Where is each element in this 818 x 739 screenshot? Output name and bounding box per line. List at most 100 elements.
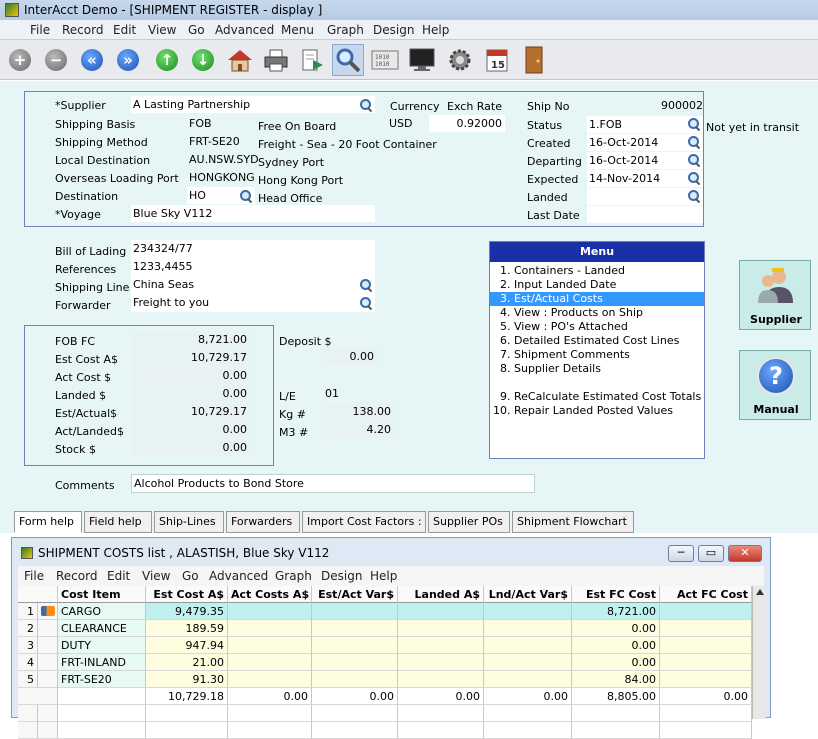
column-header[interactable]: Cost Item [58, 586, 146, 603]
tab-shipment-flowchart[interactable]: Shipment Flowchart [512, 511, 634, 533]
shipping-basis-code[interactable]: FOB [189, 115, 212, 132]
menu-option-repair-landed[interactable]: 10. Repair Landed Posted Values [490, 404, 704, 418]
local-destination-code[interactable]: AU.NSW.SYD [189, 151, 259, 168]
est-fc-cost-cell[interactable]: 0.00 [572, 654, 660, 671]
scroll-up-arrow-icon[interactable] [756, 589, 764, 595]
menu-option-recalculate-totals[interactable]: 9. ReCalculate Estimated Cost Totals [490, 390, 704, 404]
column-header[interactable]: Act FC Cost [660, 586, 752, 603]
empty-cost-cell[interactable] [312, 637, 398, 654]
binary-icon[interactable]: 1010 1010 [369, 44, 401, 76]
empty-cost-cell[interactable] [228, 637, 312, 654]
shipping-line-lookup-icon[interactable] [359, 278, 373, 292]
status-field[interactable]: 1.FOB [587, 116, 703, 133]
menu-option-estimated-cost-lines[interactable]: 6. Detailed Estimated Cost Lines [490, 334, 704, 348]
est-fc-cost-cell[interactable]: 8,721.00 [572, 603, 660, 620]
comments-field[interactable]: Alcohol Products to Bond Store [131, 474, 535, 493]
menu-edit[interactable]: Edit [107, 569, 130, 583]
supplier-lookup-icon[interactable] [359, 98, 373, 112]
empty-cost-cell[interactable] [398, 654, 484, 671]
act-fc-cost-cell[interactable] [660, 654, 752, 671]
exit-door-icon[interactable] [518, 44, 550, 76]
created-field[interactable]: 16-Oct-2014 [587, 134, 703, 151]
cost-item-cell[interactable]: DUTY [58, 637, 146, 654]
empty-cost-cell[interactable] [228, 603, 312, 620]
menu-option-est-actual-costs[interactable]: 3. Est/Actual Costs [490, 292, 704, 306]
empty-cost-cell[interactable] [312, 654, 398, 671]
supplier-field[interactable]: A Lasting Partnership [131, 96, 375, 113]
empty-cost-cell[interactable] [398, 671, 484, 688]
last-date-field[interactable] [587, 206, 703, 223]
remove-icon[interactable]: − [40, 44, 72, 76]
menu-menu[interactable]: Menu [281, 23, 314, 37]
monitor-icon[interactable] [406, 44, 438, 76]
column-header[interactable]: Est Cost A$ [146, 586, 228, 603]
empty-cost-cell[interactable] [398, 637, 484, 654]
est-fc-cost-cell[interactable]: 84.00 [572, 671, 660, 688]
menu-view[interactable]: View [142, 569, 170, 583]
tab-forwarders[interactable]: Forwarders [226, 511, 300, 533]
tab-supplier-pos[interactable]: Supplier POs [428, 511, 510, 533]
menu-view[interactable]: View [148, 23, 176, 37]
empty-cost-cell[interactable] [484, 671, 572, 688]
settings-icon[interactable] [444, 44, 476, 76]
tab-import-cost-factors[interactable]: Import Cost Factors : [302, 511, 426, 533]
menu-advanced[interactable]: Advanced [209, 569, 268, 583]
next-icon[interactable]: » [112, 44, 144, 76]
created-lookup-icon[interactable] [687, 135, 701, 149]
empty-cost-cell[interactable] [484, 603, 572, 620]
export-icon[interactable] [296, 44, 328, 76]
act-fc-cost-cell[interactable] [660, 603, 752, 620]
expected-field[interactable]: 14-Nov-2014 [587, 170, 703, 187]
supplier-button[interactable]: Supplier [739, 260, 811, 330]
previous-icon[interactable]: « [76, 44, 108, 76]
act-fc-cost-cell[interactable] [660, 637, 752, 654]
destination-lookup-icon[interactable] [239, 189, 253, 203]
menu-file[interactable]: File [30, 23, 50, 37]
vertical-scrollbar[interactable] [752, 586, 766, 719]
menu-design[interactable]: Design [321, 569, 362, 583]
menu-help[interactable]: Help [370, 569, 397, 583]
menu-option-supplier-details[interactable]: 8. Supplier Details [490, 362, 704, 376]
cost-item-cell[interactable]: CARGO [58, 603, 146, 620]
column-header[interactable]: Act Costs A$ [228, 586, 312, 603]
maximize-button[interactable]: ▭ [698, 545, 724, 562]
est-fc-cost-cell[interactable]: 0.00 [572, 620, 660, 637]
menu-advanced[interactable]: Advanced [215, 23, 274, 37]
menu-design[interactable]: Design [373, 23, 414, 37]
exch-rate-field[interactable]: 0.92000 [429, 115, 505, 132]
menu-help[interactable]: Help [422, 23, 449, 37]
empty-cost-cell[interactable] [398, 620, 484, 637]
empty-cost-cell[interactable] [312, 620, 398, 637]
bill-of-lading-field[interactable]: 234324/77 [133, 240, 193, 257]
tab-ship-lines[interactable]: Ship-Lines [154, 511, 224, 533]
empty-cost-cell[interactable] [484, 620, 572, 637]
empty-cost-cell[interactable] [312, 671, 398, 688]
references-field[interactable]: 1233,4455 [133, 258, 193, 275]
menu-go[interactable]: Go [188, 23, 205, 37]
shipping-method-code[interactable]: FRT-SE20 [189, 133, 240, 150]
departing-field[interactable]: 16-Oct-2014 [587, 152, 703, 169]
menu-record[interactable]: Record [62, 23, 103, 37]
act-fc-cost-cell[interactable] [660, 620, 752, 637]
menu-record[interactable]: Record [56, 569, 97, 583]
add-icon[interactable]: + [4, 44, 36, 76]
home-icon[interactable] [224, 44, 256, 76]
expected-lookup-icon[interactable] [687, 171, 701, 185]
menu-file[interactable]: File [24, 569, 44, 583]
forwarder-field[interactable]: Freight to you [133, 294, 209, 311]
currency-value[interactable]: USD [389, 115, 413, 132]
status-lookup-icon[interactable] [687, 117, 701, 131]
menu-option-pos-attached[interactable]: 5. View : PO's Attached [490, 320, 704, 334]
est-cost-cell[interactable]: 21.00 [146, 654, 228, 671]
landed-lookup-icon[interactable] [687, 189, 701, 203]
act-fc-cost-cell[interactable] [660, 671, 752, 688]
up-icon[interactable]: ↑ [151, 44, 183, 76]
landed-field[interactable] [587, 188, 703, 205]
empty-cost-cell[interactable] [398, 603, 484, 620]
print-icon[interactable] [260, 44, 292, 76]
menu-graph[interactable]: Graph [275, 569, 312, 583]
column-header[interactable]: Landed A$ [398, 586, 484, 603]
tab-field-help[interactable]: Field help [84, 511, 152, 533]
cost-item-cell[interactable]: FRT-SE20 [58, 671, 146, 688]
shipping-line-field[interactable]: China Seas [133, 276, 194, 293]
